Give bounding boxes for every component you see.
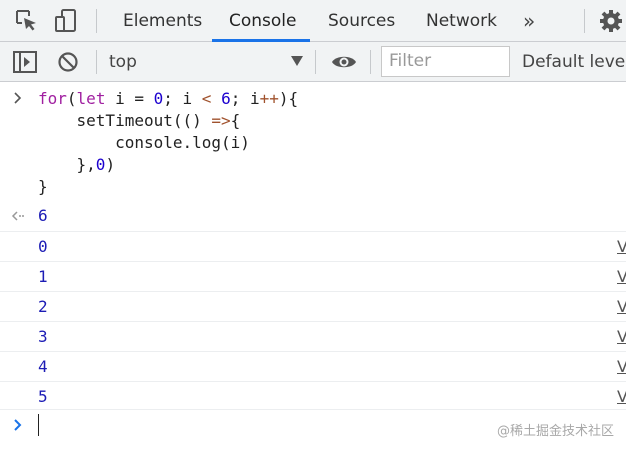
prompt-chevron-icon (14, 92, 22, 104)
source-link[interactable]: V (617, 262, 626, 292)
toolbar-divider (370, 50, 371, 74)
clear-console-icon[interactable] (57, 51, 79, 73)
code-line-4: },0) (38, 155, 116, 174)
tab-elements[interactable]: Elements (123, 0, 202, 42)
sidebar-toggle-icon[interactable] (13, 51, 37, 73)
eye-icon[interactable] (331, 53, 357, 71)
tab-console[interactable]: Console (229, 0, 297, 42)
inspect-icon[interactable] (14, 8, 40, 34)
log-value: 3 (38, 327, 48, 346)
chevron-down-icon[interactable] (291, 56, 303, 66)
log-value: 4 (38, 357, 48, 376)
watermark: @稀土掘金技术社区 (497, 424, 615, 439)
source-link[interactable]: V (617, 322, 626, 352)
log-row: 3 V (0, 321, 626, 351)
toolbar-divider (315, 50, 316, 74)
device-toolbar-icon[interactable] (53, 8, 79, 34)
log-levels-dropdown[interactable]: Default levels (522, 42, 626, 82)
toolbar-divider (96, 50, 97, 74)
source-link[interactable]: V (617, 232, 626, 262)
console-toolbar: top Filter Default levels (0, 42, 626, 82)
code-line-3: console.log(i) (38, 133, 250, 152)
toolbar-divider (584, 9, 585, 33)
more-tabs-button[interactable]: » (523, 0, 535, 42)
log-row: 0 V (0, 231, 626, 261)
log-value: 0 (38, 237, 48, 256)
log-value: 2 (38, 297, 48, 316)
log-row: 4 V (0, 351, 626, 381)
prompt-chevron-icon (14, 419, 22, 431)
source-link[interactable]: V (617, 292, 626, 322)
filter-input[interactable]: Filter (381, 46, 510, 77)
result-value: 6 (38, 206, 48, 225)
source-link[interactable]: V (617, 352, 626, 382)
log-row: 2 V (0, 291, 626, 321)
tab-sources[interactable]: Sources (328, 0, 395, 42)
log-row: 1 V (0, 261, 626, 291)
log-row: 5 V (0, 381, 626, 411)
code-line-5: } (38, 177, 48, 196)
log-value: 5 (38, 387, 48, 406)
devtools-tabbar: Elements Console Sources Network » (0, 0, 626, 42)
log-value: 1 (38, 267, 48, 286)
result-row: 6 (0, 201, 626, 231)
text-cursor (38, 414, 39, 436)
settings-gear-icon[interactable] (598, 8, 624, 34)
source-link[interactable]: V (617, 382, 626, 412)
toolbar-divider (96, 9, 97, 33)
code-line-1: for(let i = 0; i < 6; i++){ (38, 89, 299, 108)
result-arrow-icon (11, 211, 24, 221)
context-selector[interactable]: top (109, 42, 137, 82)
console-prompt[interactable]: @稀土掘金技术社区 (0, 409, 626, 449)
tab-network[interactable]: Network (426, 0, 497, 42)
code-line-2: setTimeout(() =>{ (38, 111, 241, 130)
